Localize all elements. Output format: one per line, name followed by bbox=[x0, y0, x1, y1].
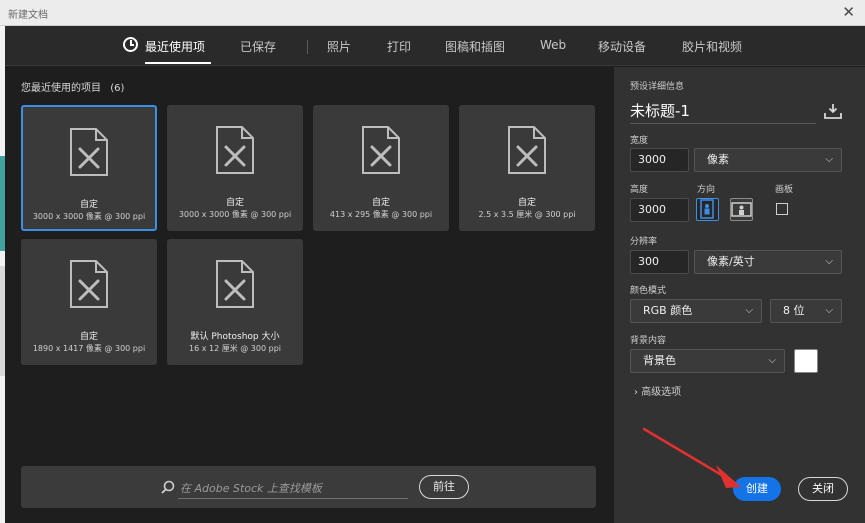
width-unit-select[interactable]: 像素 ⌵ bbox=[694, 148, 842, 172]
item-name: 默认 Photoshop 大小 bbox=[190, 332, 280, 342]
recent-item-5[interactable]: 自定 1890 x 1417 像素 @ 300 ppi bbox=[21, 239, 157, 365]
color-mode-label: 颜色模式 bbox=[630, 286, 667, 296]
document-icon bbox=[362, 126, 400, 174]
tab-print[interactable]: 打印 bbox=[387, 38, 411, 55]
background-color-swatch[interactable] bbox=[794, 349, 818, 373]
artboard-label: 画板 bbox=[775, 185, 794, 195]
chevron-down-icon: ⌵ bbox=[745, 305, 753, 316]
save-preset-icon[interactable] bbox=[824, 103, 842, 119]
chevron-down-icon: ⌵ bbox=[768, 355, 776, 366]
portrait-orientation-button[interactable] bbox=[696, 198, 719, 221]
width-input[interactable]: 3000 bbox=[630, 148, 689, 172]
window-title: 新建文档 bbox=[8, 10, 48, 21]
document-icon bbox=[70, 260, 108, 308]
resolution-label: 分辨率 bbox=[630, 237, 658, 247]
tab-photo[interactable]: 照片 bbox=[327, 38, 351, 55]
tab-art-illustration[interactable]: 图稿和插图 bbox=[445, 38, 505, 55]
recent-item-2[interactable]: 自定 3000 x 3000 像素 @ 300 ppi bbox=[167, 105, 303, 231]
item-name: 自定 bbox=[79, 332, 98, 342]
item-dimensions: 3000 x 3000 像素 @ 300 ppi bbox=[178, 210, 292, 219]
recent-item-4[interactable]: 自定 2.5 x 3.5 厘米 @ 300 ppi bbox=[459, 105, 595, 231]
go-button[interactable]: 前往 bbox=[419, 475, 469, 499]
landscape-icon bbox=[731, 202, 752, 217]
close-button[interactable]: 关闭 bbox=[798, 477, 848, 501]
clock-icon bbox=[123, 37, 138, 52]
item-dimensions: 413 x 295 像素 @ 300 ppi bbox=[329, 210, 433, 219]
active-tab-indicator bbox=[145, 62, 211, 64]
tab-mobile[interactable]: 移动设备 bbox=[598, 38, 646, 55]
create-button[interactable]: 创建 bbox=[733, 477, 781, 501]
document-icon bbox=[216, 260, 254, 308]
item-dimensions: 3000 x 3000 像素 @ 300 ppi bbox=[32, 212, 146, 221]
recent-item-1[interactable]: 自定 3000 x 3000 像素 @ 300 ppi bbox=[21, 105, 157, 231]
tab-film-video[interactable]: 胶片和视频 bbox=[682, 38, 742, 55]
search-icon bbox=[161, 480, 175, 494]
search-input[interactable]: 在 Adobe Stock 上查找模板 bbox=[180, 480, 322, 496]
document-name-field[interactable]: 未标题-1 bbox=[630, 100, 690, 121]
item-name: 自定 bbox=[371, 198, 390, 208]
height-input[interactable]: 3000 bbox=[630, 198, 689, 222]
background-select[interactable]: 背景色 ⌵ bbox=[630, 349, 785, 373]
chevron-down-icon: ⌵ bbox=[825, 154, 833, 165]
item-name: 自定 bbox=[79, 200, 98, 210]
bit-depth-select[interactable]: 8 位 ⌵ bbox=[770, 299, 842, 323]
advanced-options-toggle[interactable]: › 高级选项 bbox=[634, 383, 681, 398]
item-name: 自定 bbox=[517, 198, 536, 208]
orientation-label: 方向 bbox=[697, 185, 716, 195]
preset-details-label: 预设详细信息 bbox=[630, 82, 685, 92]
chevron-down-icon: ⌵ bbox=[825, 256, 833, 267]
chevron-down-icon: ⌵ bbox=[825, 305, 833, 316]
recent-count: (6) bbox=[110, 83, 125, 94]
preset-details-panel: 预设详细信息 未标题-1 宽度 3000 像素 ⌵ 高度 方向 画板 3000 … bbox=[614, 67, 865, 523]
artboard-checkbox[interactable] bbox=[776, 203, 788, 215]
item-dimensions: 16 x 12 厘米 @ 300 ppi bbox=[189, 344, 281, 353]
stock-search-bar: 在 Adobe Stock 上查找模板 前往 bbox=[21, 466, 596, 508]
resolution-input[interactable]: 300 bbox=[630, 250, 689, 274]
landscape-orientation-button[interactable] bbox=[730, 198, 753, 221]
document-icon bbox=[70, 128, 108, 176]
document-icon bbox=[508, 126, 546, 174]
document-icon bbox=[216, 126, 254, 174]
recent-heading: 您最近使用的项目 (6) bbox=[21, 83, 125, 94]
recent-item-3[interactable]: 自定 413 x 295 像素 @ 300 ppi bbox=[313, 105, 449, 231]
tab-recent[interactable]: 最近使用项 bbox=[145, 38, 205, 55]
chevron-right-icon: › bbox=[634, 387, 638, 398]
color-mode-select[interactable]: RGB 颜色 ⌵ bbox=[630, 299, 762, 323]
item-dimensions: 2.5 x 3.5 厘米 @ 300 ppi bbox=[478, 210, 576, 219]
tab-web[interactable]: Web bbox=[540, 38, 566, 52]
recent-item-6[interactable]: 默认 Photoshop 大小 16 x 12 厘米 @ 300 ppi bbox=[167, 239, 303, 365]
window-close-icon[interactable]: ✕ bbox=[842, 3, 855, 21]
item-name: 自定 bbox=[225, 198, 244, 208]
title-bar: 新建文档 ✕ bbox=[0, 0, 865, 26]
new-document-dialog: 新建文档 ✕ 最近使用项 已保存 照片 打印 图稿和插图 Web 移动设备 胶片… bbox=[0, 0, 865, 523]
resolution-unit-select[interactable]: 像素/英寸 ⌵ bbox=[694, 250, 842, 274]
tab-saved[interactable]: 已保存 bbox=[240, 38, 276, 55]
item-dimensions: 1890 x 1417 像素 @ 300 ppi bbox=[32, 344, 146, 353]
category-tabs: 最近使用项 已保存 照片 打印 图稿和插图 Web 移动设备 胶片和视频 bbox=[5, 26, 865, 66]
portrait-icon bbox=[700, 199, 714, 219]
recent-items-panel: 您最近使用的项目 (6) 自定 3000 x 3000 像素 @ 300 ppi… bbox=[5, 67, 613, 523]
background-label: 背景内容 bbox=[630, 336, 667, 346]
width-label: 宽度 bbox=[630, 136, 649, 146]
height-label: 高度 bbox=[630, 185, 649, 195]
